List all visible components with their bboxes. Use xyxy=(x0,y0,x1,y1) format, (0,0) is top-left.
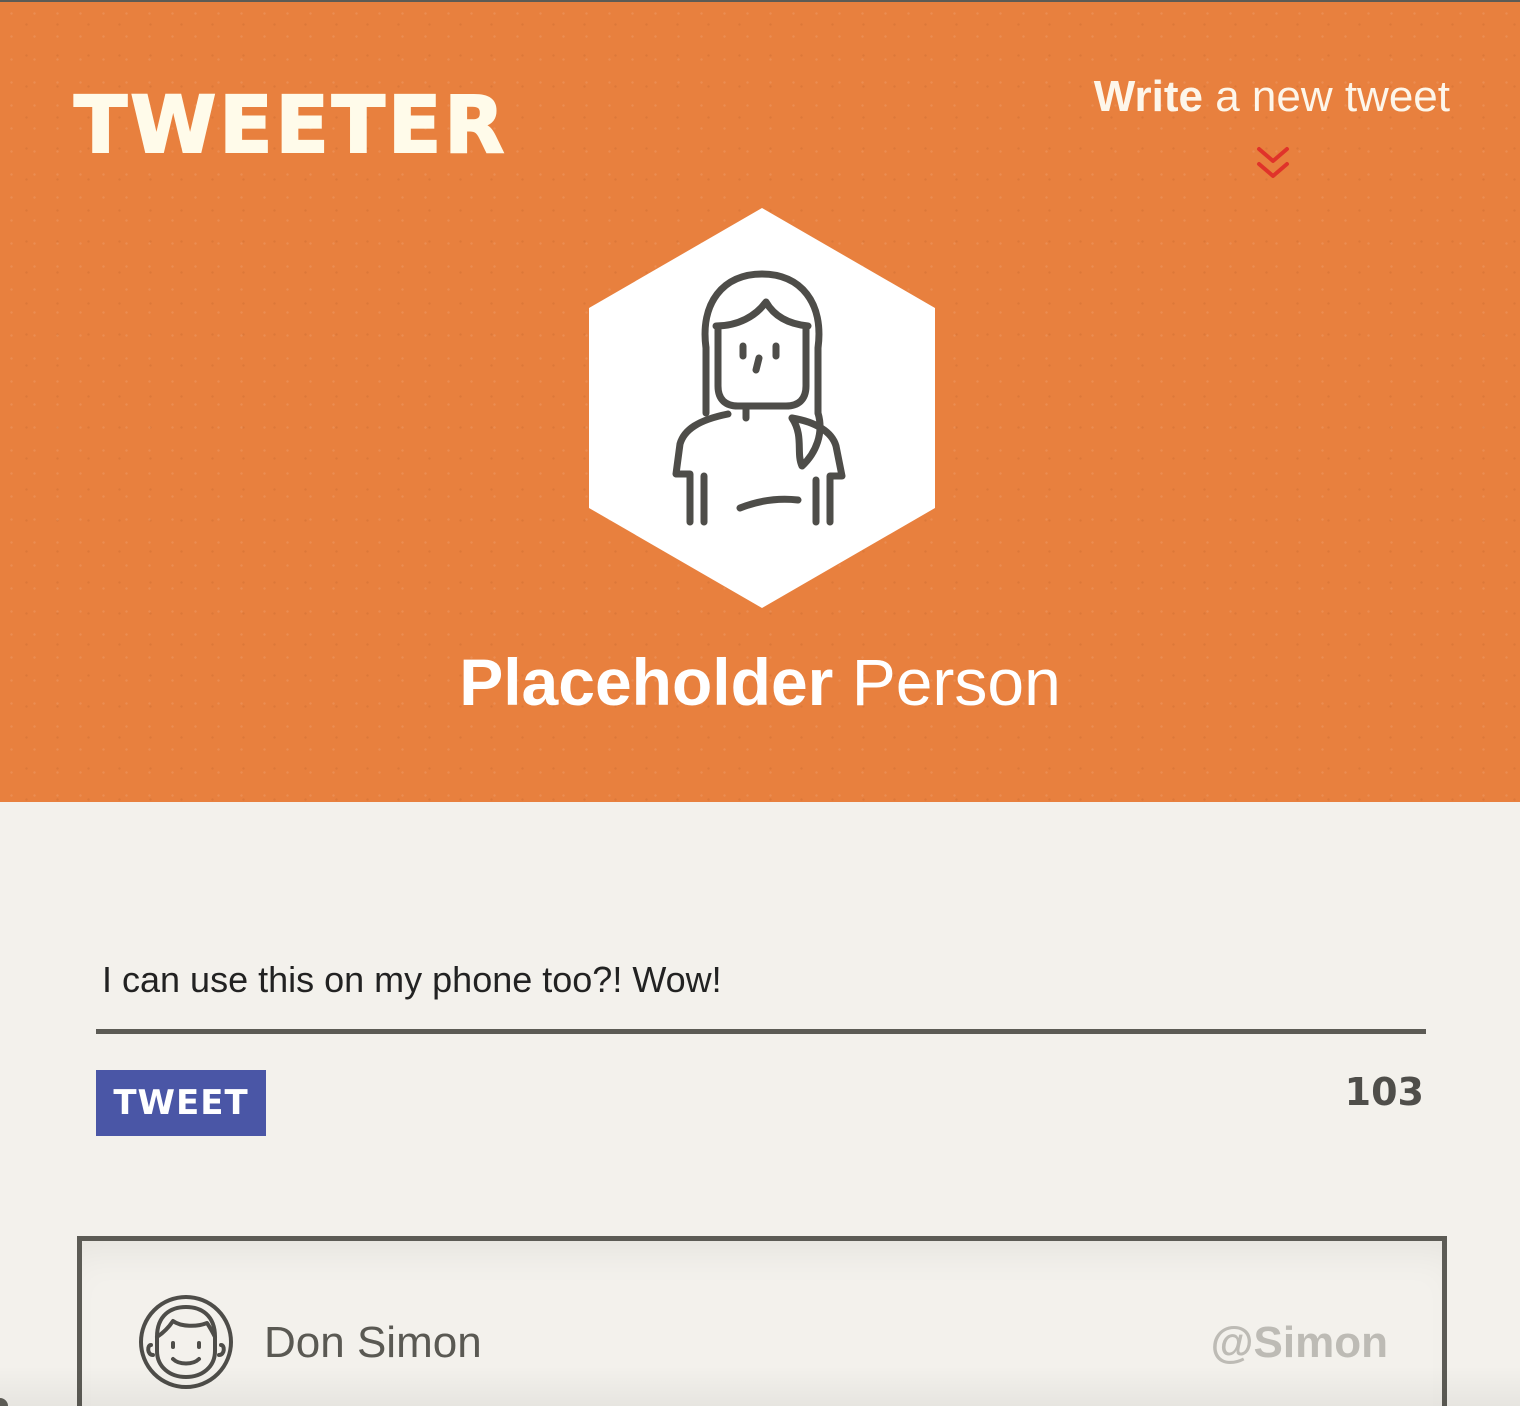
write-link-rest: a new tweet xyxy=(1215,72,1450,121)
tweet-button[interactable]: TWEET xyxy=(96,1070,266,1136)
profile-header: TWEETER Write a new tweet Placeholder Pe… xyxy=(0,0,1520,802)
compose-area xyxy=(96,930,1426,1040)
tweet-author-handle[interactable]: @Simon xyxy=(1211,1313,1388,1373)
character-counter: 103 xyxy=(1344,1070,1424,1114)
tweet-card: Don Simon @Simon xyxy=(77,1236,1447,1406)
tweeter-page: TWEETER Write a new tweet Placeholder Pe… xyxy=(0,0,1520,1406)
profile-last-name: Person xyxy=(851,645,1061,719)
double-chevron-down-icon[interactable] xyxy=(1254,144,1292,188)
tweet-author-name: Don Simon xyxy=(264,1318,482,1367)
tweet-input[interactable] xyxy=(96,930,1426,1034)
app-logo[interactable]: TWEETER xyxy=(73,85,507,167)
write-new-tweet-link[interactable]: Write a new tweet xyxy=(1090,72,1450,122)
profile-avatar xyxy=(589,208,935,608)
profile-first-name: Placeholder xyxy=(459,645,834,719)
write-link-bold: Write xyxy=(1093,72,1203,121)
window-corner xyxy=(0,1398,8,1406)
man-avatar-icon xyxy=(139,1295,233,1389)
profile-name: Placeholder Person xyxy=(0,642,1520,722)
